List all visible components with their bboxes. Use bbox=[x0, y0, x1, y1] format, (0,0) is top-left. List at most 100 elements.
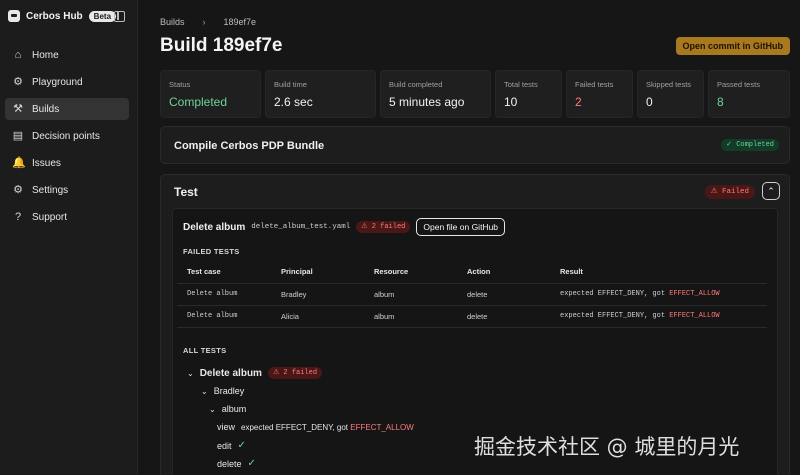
tree-action-label: view bbox=[217, 422, 236, 432]
table-row: Delete album Alicia album delete expecte… bbox=[177, 305, 767, 328]
sidebar-item-playground[interactable]: ⚙ Playground bbox=[5, 71, 129, 93]
sidebar-item-home[interactable]: ⌂ Home bbox=[5, 44, 129, 66]
stat-label: Total tests bbox=[504, 80, 538, 89]
settings-icon: ⚙ bbox=[13, 184, 23, 196]
decision-points-icon: ▤ bbox=[12, 130, 24, 142]
sidebar-item-support[interactable]: ? Support bbox=[5, 206, 129, 228]
tree-principal-label: Bradley bbox=[213, 386, 245, 396]
sidebar-item-issues[interactable]: 🔔 Issues bbox=[5, 152, 129, 174]
table-row: Delete album Bradley album delete expect… bbox=[177, 283, 767, 306]
stat-label: Status bbox=[169, 80, 191, 89]
stats-row: Status Completed Build time 2.6 sec Buil… bbox=[160, 70, 790, 118]
sidebar-item-decision-points[interactable]: ▤ Decision points bbox=[5, 125, 129, 147]
sidebar-item-label: Issues bbox=[32, 157, 61, 169]
column-header: Resource bbox=[364, 261, 457, 284]
sidebar-item-label: Playground bbox=[32, 76, 83, 88]
brand[interactable]: Cerbos Hub Beta bbox=[8, 10, 117, 22]
compile-step-title: Compile Cerbos PDP Bundle bbox=[174, 140, 325, 152]
stat-value: 2 bbox=[575, 95, 582, 109]
all-tests-heading: ALL TESTS bbox=[183, 346, 227, 355]
home-icon: ⌂ bbox=[14, 49, 22, 61]
test-file-name: Delete album bbox=[183, 221, 246, 233]
column-header: Test case bbox=[177, 261, 271, 284]
check-icon: ✓ bbox=[247, 458, 256, 469]
stat-value: Completed bbox=[169, 95, 228, 109]
column-header: Action bbox=[457, 261, 550, 284]
failed-tests-table: Test case Principal Resource Action Resu… bbox=[177, 261, 767, 328]
stat-value: 5 minutes ago bbox=[389, 95, 465, 109]
main-content: Builds › 189ef7e Build 189ef7e Open comm… bbox=[138, 0, 800, 475]
stat-label: Skipped tests bbox=[646, 80, 692, 89]
cerbos-logo-icon bbox=[8, 10, 20, 22]
page-title: Build 189ef7e bbox=[160, 35, 283, 56]
cell-resource: album bbox=[364, 283, 457, 306]
open-file-button[interactable]: Open file on GitHub bbox=[416, 218, 506, 236]
cell-result: expected EFFECT_DENY, got EFFECT_ALLOW bbox=[550, 305, 767, 328]
sidebar-item-label: Settings bbox=[32, 184, 69, 196]
table-header-row: Test case Principal Resource Action Resu… bbox=[177, 261, 767, 284]
playground-icon: ⚙ bbox=[13, 76, 23, 88]
tree-resource-row[interactable]: ⌄ album bbox=[209, 404, 246, 414]
cell-test-case: Delete album bbox=[177, 283, 271, 306]
open-commit-button[interactable]: Open commit in GitHub bbox=[675, 37, 790, 55]
stat-skipped-tests: Skipped tests 0 bbox=[637, 70, 704, 118]
tree-resource-label: album bbox=[221, 404, 247, 414]
sidebar-nav: ⌂ Home ⚙ Playground ⚒ Builds ▤ Decision … bbox=[5, 44, 129, 233]
test-step-card: Test ⚠ Failed ⌃ Delete album delete_albu… bbox=[160, 174, 790, 475]
result-text: expected EFFECT_DENY, got bbox=[560, 290, 670, 298]
brand-name: Cerbos Hub bbox=[26, 10, 83, 22]
breadcrumb-builds-link[interactable]: Builds bbox=[160, 17, 185, 27]
cell-result: expected EFFECT_DENY, got EFFECT_ALLOW bbox=[550, 283, 767, 306]
sidebar-item-label: Home bbox=[32, 49, 59, 61]
sidebar-item-builds[interactable]: ⚒ Builds bbox=[5, 98, 129, 120]
cell-principal: Bradley bbox=[271, 283, 364, 306]
result-effect: EFFECT_ALLOW bbox=[669, 312, 720, 320]
failed-badge: ⚠ Failed bbox=[704, 185, 755, 199]
failed-count-badge: ⚠ 2 failed bbox=[356, 221, 411, 233]
result-text: expected EFFECT_DENY, got bbox=[241, 422, 351, 432]
stat-value: 2.6 sec bbox=[274, 95, 313, 109]
failed-count-badge: ⚠ 2 failed bbox=[267, 367, 323, 379]
stat-label: Build time bbox=[274, 80, 307, 89]
sidebar-item-label: Decision points bbox=[32, 130, 100, 142]
tree-suite-row[interactable]: ⌄ Delete album ⚠ 2 failed bbox=[187, 367, 323, 379]
stat-label: Failed tests bbox=[575, 80, 614, 89]
stat-build-completed: Build completed 5 minutes ago bbox=[380, 70, 491, 118]
sidebar-item-label: Builds bbox=[32, 103, 60, 115]
collapse-sidebar-icon[interactable] bbox=[114, 11, 125, 22]
stat-passed-tests: Passed tests 8 bbox=[708, 70, 790, 118]
sidebar-item-label: Support bbox=[32, 211, 68, 223]
tree-action-row: view expected EFFECT_DENY, got EFFECT_AL… bbox=[217, 422, 414, 432]
column-header: Principal bbox=[271, 261, 364, 284]
chevron-up-icon[interactable]: ⌃ bbox=[762, 182, 780, 200]
tree-suite-label: Delete album bbox=[199, 367, 262, 379]
breadcrumb: Builds › 189ef7e bbox=[160, 17, 256, 27]
test-step-title: Test bbox=[174, 185, 198, 199]
stat-build-time: Build time 2.6 sec bbox=[265, 70, 376, 118]
cell-resource: album bbox=[364, 305, 457, 328]
chevron-down-icon: ⌄ bbox=[201, 386, 208, 396]
completed-badge: ✓ Completed bbox=[721, 139, 779, 151]
result-text: expected EFFECT_DENY, got bbox=[560, 312, 670, 320]
stat-label: Build completed bbox=[389, 80, 443, 89]
sidebar: Cerbos Hub Beta ⌂ Home ⚙ Playground ⚒ Bu… bbox=[0, 0, 138, 475]
tree-action-label: delete bbox=[217, 458, 242, 469]
cell-action: delete bbox=[457, 305, 550, 328]
chevron-down-icon: ⌄ bbox=[209, 404, 216, 414]
stat-total-tests: Total tests 10 bbox=[495, 70, 562, 118]
result-effect: EFFECT_ALLOW bbox=[350, 422, 414, 432]
beta-badge: Beta bbox=[88, 10, 117, 22]
cell-principal: Alicia bbox=[271, 305, 364, 328]
compile-step-card[interactable]: Compile Cerbos PDP Bundle ✓ Completed bbox=[160, 126, 790, 164]
tree-action-row: edit ✓ bbox=[217, 440, 246, 451]
tree-principal-row[interactable]: ⌄ Bradley bbox=[201, 386, 244, 396]
sidebar-item-settings[interactable]: ⚙ Settings bbox=[5, 179, 129, 201]
test-file-header: Delete album delete_album_test.yaml ⚠ 2 … bbox=[183, 218, 506, 236]
cell-test-case: Delete album bbox=[177, 305, 271, 328]
stat-failed-tests: Failed tests 2 bbox=[566, 70, 633, 118]
issues-icon: 🔔 bbox=[12, 157, 26, 169]
failed-tests-heading: FAILED TESTS bbox=[183, 247, 240, 256]
chevron-right-icon: › bbox=[202, 17, 206, 27]
builds-icon: ⚒ bbox=[13, 103, 23, 115]
stat-value: 0 bbox=[646, 95, 653, 109]
